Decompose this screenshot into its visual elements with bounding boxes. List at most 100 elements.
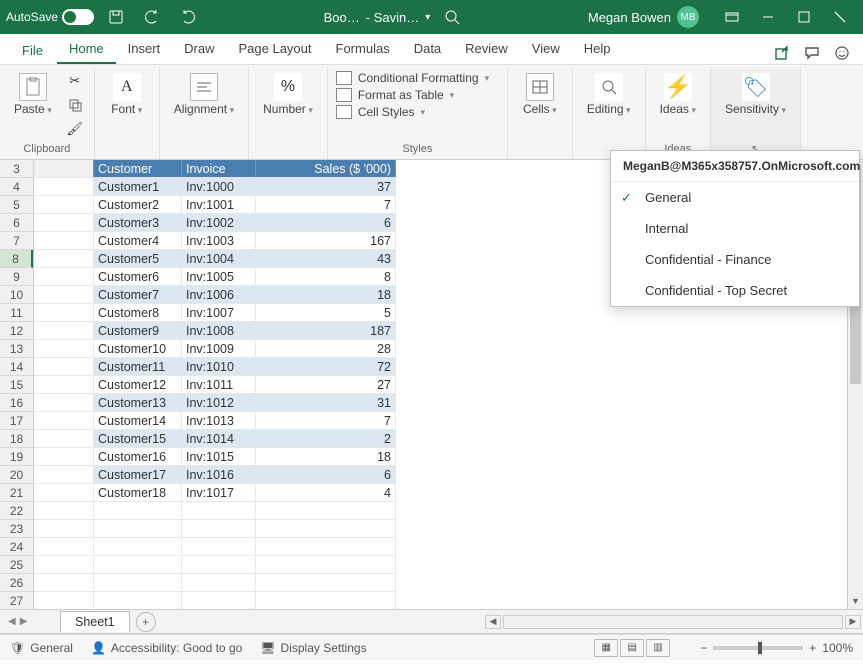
cell[interactable]: 4 — [256, 484, 396, 502]
cell[interactable]: Inv:1008 — [182, 322, 256, 340]
cell[interactable]: 8 — [256, 268, 396, 286]
zoom-slider[interactable] — [713, 646, 803, 650]
cell[interactable] — [34, 196, 94, 214]
cell[interactable]: 37 — [256, 178, 396, 196]
conditional-formatting-button[interactable]: Conditional Formatting▾ — [336, 71, 489, 85]
scroll-down-icon[interactable]: ▼ — [848, 593, 863, 609]
zoom-control[interactable]: − + 100% — [700, 641, 853, 655]
row-header[interactable]: 18 — [0, 430, 33, 448]
sheet-tab[interactable]: Sheet1 — [60, 611, 130, 632]
row-header[interactable]: 10 — [0, 286, 33, 304]
cell[interactable]: Customer7 — [94, 286, 182, 304]
row-header[interactable]: 25 — [0, 556, 33, 574]
cell[interactable]: Inv:1004 — [182, 250, 256, 268]
cell[interactable] — [34, 322, 94, 340]
cell[interactable]: Customer9 — [94, 322, 182, 340]
cell[interactable] — [256, 556, 396, 574]
cell[interactable]: Customer1 — [94, 178, 182, 196]
emoji-icon[interactable] — [831, 42, 853, 64]
cell[interactable] — [256, 538, 396, 556]
cell[interactable] — [34, 214, 94, 232]
editing-button[interactable]: Editing — [581, 71, 637, 118]
cell[interactable]: 7 — [256, 412, 396, 430]
comments-icon[interactable] — [801, 42, 823, 64]
tab-view[interactable]: View — [520, 35, 572, 64]
cell[interactable]: Inv:1001 — [182, 196, 256, 214]
cell[interactable]: Inv:1010 — [182, 358, 256, 376]
sensitivity-option[interactable]: Internal — [611, 213, 859, 244]
row-header[interactable]: 22 — [0, 502, 33, 520]
cell[interactable]: Sales ($ '000) — [256, 160, 396, 178]
tab-review[interactable]: Review — [453, 35, 520, 64]
cell[interactable] — [94, 556, 182, 574]
maximize-icon[interactable] — [787, 3, 821, 31]
row-header[interactable]: 16 — [0, 394, 33, 412]
cell[interactable]: Customer — [94, 160, 182, 178]
sheet-nav-prev-icon[interactable]: ◀ — [8, 616, 16, 627]
cell[interactable] — [34, 448, 94, 466]
row-header[interactable]: 5 — [0, 196, 33, 214]
cell[interactable] — [94, 592, 182, 609]
row-header[interactable]: 21 — [0, 484, 33, 502]
toggle-icon[interactable] — [62, 9, 94, 25]
cell[interactable]: Customer4 — [94, 232, 182, 250]
cell[interactable] — [182, 556, 256, 574]
hscroll-track[interactable] — [503, 615, 843, 629]
cell[interactable] — [34, 160, 94, 178]
sensitivity-option[interactable]: ✓General — [611, 182, 859, 213]
cell[interactable]: 18 — [256, 448, 396, 466]
chevron-down-icon[interactable]: ▾ — [425, 12, 430, 23]
sensitivity-option[interactable]: Confidential - Finance — [611, 244, 859, 275]
cell[interactable]: 6 — [256, 466, 396, 484]
row-header[interactable]: 7 — [0, 232, 33, 250]
minimize-icon[interactable] — [751, 3, 785, 31]
cell[interactable] — [94, 538, 182, 556]
copy-icon[interactable] — [64, 95, 86, 115]
tab-file[interactable]: File — [10, 37, 55, 64]
cell[interactable]: Customer14 — [94, 412, 182, 430]
row-headers[interactable]: 3456789101112131415161718192021222324252… — [0, 160, 34, 609]
cell[interactable] — [34, 484, 94, 502]
cell[interactable]: Customer5 — [94, 250, 182, 268]
cell[interactable] — [34, 412, 94, 430]
cell[interactable]: Inv:1012 — [182, 394, 256, 412]
row-header[interactable]: 11 — [0, 304, 33, 322]
sheet-nav-next-icon[interactable]: ▶ — [20, 616, 28, 627]
cell[interactable]: Customer8 — [94, 304, 182, 322]
row-header[interactable]: 23 — [0, 520, 33, 538]
row-header[interactable]: 20 — [0, 466, 33, 484]
cell[interactable]: Customer3 — [94, 214, 182, 232]
cell[interactable]: Inv:1006 — [182, 286, 256, 304]
cell[interactable]: Inv:1011 — [182, 376, 256, 394]
undo-icon[interactable] — [138, 3, 166, 31]
user-account[interactable]: Megan Bowen MB — [588, 6, 699, 28]
redo-icon[interactable] — [174, 3, 202, 31]
ideas-button[interactable]: ⚡ Ideas — [654, 71, 702, 118]
zoom-value[interactable]: 100% — [822, 641, 853, 655]
add-sheet-button[interactable]: + — [136, 612, 156, 632]
cell[interactable]: Inv:1009 — [182, 340, 256, 358]
cell[interactable]: 2 — [256, 430, 396, 448]
cell[interactable]: Inv:1017 — [182, 484, 256, 502]
cell[interactable]: Inv:1003 — [182, 232, 256, 250]
autosave-control[interactable]: AutoSave — [6, 9, 94, 25]
cell[interactable] — [34, 304, 94, 322]
tab-draw[interactable]: Draw — [172, 35, 226, 64]
cell[interactable] — [182, 502, 256, 520]
row-header[interactable]: 24 — [0, 538, 33, 556]
format-as-table-button[interactable]: Format as Table▾ — [336, 88, 454, 102]
sensitivity-button[interactable]: 🏷 Sensitivity — [719, 71, 792, 118]
row-header[interactable]: 27 — [0, 592, 33, 610]
cell[interactable] — [34, 394, 94, 412]
cell[interactable] — [34, 556, 94, 574]
row-header[interactable]: 17 — [0, 412, 33, 430]
view-page-break-icon[interactable]: ▥ — [646, 639, 670, 657]
cut-icon[interactable]: ✂ — [64, 71, 86, 91]
cell[interactable] — [34, 178, 94, 196]
cell[interactable]: 43 — [256, 250, 396, 268]
cell[interactable] — [34, 520, 94, 538]
font-button[interactable]: A Font — [103, 71, 151, 118]
cell[interactable] — [256, 574, 396, 592]
cell[interactable]: Customer12 — [94, 376, 182, 394]
close-icon[interactable] — [823, 3, 857, 31]
